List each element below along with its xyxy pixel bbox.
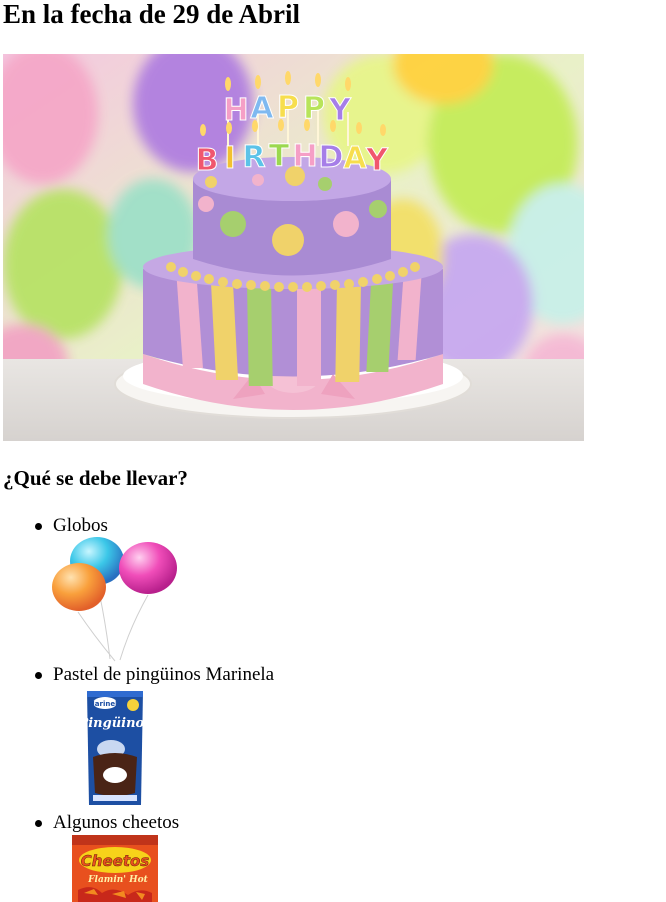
item-label: Pastel de pingüinos Marinela xyxy=(53,664,275,685)
birthday-cake-image: H A P P Y B I R T H D A Y xyxy=(3,54,584,441)
page: En la fecha de 29 de Abril H A P P Y B I… xyxy=(0,0,666,902)
cheetos-bag-image: Cheetos Flamin' Hot xyxy=(72,835,158,902)
bullet-icon xyxy=(35,672,42,679)
topper-letter: Y xyxy=(328,93,352,128)
balloons-image xyxy=(52,537,177,662)
topper-letter: H xyxy=(223,93,248,128)
topper-letter: P xyxy=(303,91,325,126)
brand-text: Marinela xyxy=(88,700,123,708)
topper-letter: H xyxy=(292,139,317,174)
item-label: Globos xyxy=(53,515,108,536)
list-item: Pastel de pingüinos Marinela xyxy=(35,663,375,687)
topper-letter: Y xyxy=(365,143,389,178)
package-title: Pingüinos xyxy=(83,716,147,731)
topper-letter: A xyxy=(250,91,274,126)
topper-letter: P xyxy=(277,90,299,125)
topper-letter: T xyxy=(269,139,290,174)
topper-letter: B xyxy=(196,143,219,178)
list-item: Globos xyxy=(35,514,335,538)
bullet-icon xyxy=(35,523,42,530)
package-title: Cheetos xyxy=(81,852,150,870)
list-item: Algunos cheetos xyxy=(35,811,335,835)
item-label: Algunos cheetos xyxy=(53,812,180,833)
topper-letter: R xyxy=(242,140,265,175)
topper-letter: I xyxy=(224,141,235,176)
section-heading: ¿Qué se debe llevar? xyxy=(3,466,188,490)
bullet-icon xyxy=(35,820,42,827)
topper-letter: A xyxy=(343,141,367,176)
page-title: En la fecha de 29 de Abril xyxy=(3,0,301,29)
pinguinos-package-image: Marinela Pingüinos xyxy=(83,691,147,805)
package-subtitle: Flamin' Hot xyxy=(87,875,149,885)
topper-letter: D xyxy=(319,140,344,175)
